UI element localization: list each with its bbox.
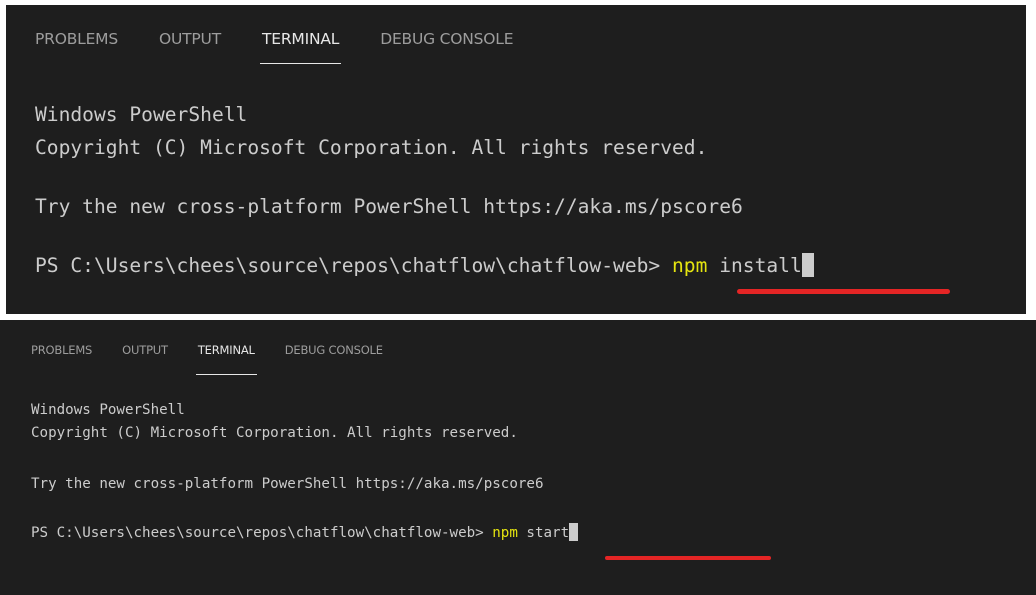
tab-debug-console[interactable]: DEBUG CONSOLE [380, 30, 513, 48]
panel-tab-bar: PROBLEMS OUTPUT TERMINAL DEBUG CONSOLE [31, 343, 413, 375]
terminal-copyright-line: Copyright (C) Microsoft Corporation. All… [31, 425, 518, 441]
command-name: npm [672, 254, 708, 277]
tab-output[interactable]: OUTPUT [159, 30, 221, 48]
command-argument: install [707, 254, 802, 277]
terminal-hint-line: Try the new cross-platform PowerShell ht… [35, 195, 743, 218]
prompt-path: PS C:\Users\chees\source\repos\chatflow\… [31, 525, 493, 541]
terminal-banner-line: Windows PowerShell [35, 103, 248, 126]
command-name: npm [492, 525, 518, 541]
tab-terminal[interactable]: TERMINAL [195, 343, 257, 375]
text-cursor [801, 253, 814, 277]
annotation-underline [737, 289, 950, 294]
text-cursor [569, 523, 579, 541]
terminal-panel-install: PROBLEMS OUTPUT TERMINAL DEBUG CONSOLE W… [6, 5, 1026, 314]
tab-debug-console[interactable]: DEBUG CONSOLE [285, 343, 383, 357]
terminal-prompt-line[interactable]: PS C:\Users\chees\source\repos\chatflow\… [31, 523, 579, 541]
terminal-panel-start: PROBLEMS OUTPUT TERMINAL DEBUG CONSOLE W… [0, 320, 1036, 595]
tab-output[interactable]: OUTPUT [122, 343, 168, 357]
terminal-hint-line: Try the new cross-platform PowerShell ht… [31, 476, 544, 492]
annotation-underline [605, 556, 771, 560]
tab-problems[interactable]: PROBLEMS [31, 343, 92, 357]
terminal-prompt-line[interactable]: PS C:\Users\chees\source\repos\chatflow\… [35, 253, 814, 277]
panel-tab-bar: PROBLEMS OUTPUT TERMINAL DEBUG CONSOLE [35, 30, 554, 64]
tab-terminal[interactable]: TERMINAL [259, 30, 342, 64]
terminal-banner-line: Windows PowerShell [31, 402, 185, 418]
command-argument: start [517, 525, 570, 541]
tab-problems[interactable]: PROBLEMS [35, 30, 118, 48]
terminal-copyright-line: Copyright (C) Microsoft Corporation. All… [35, 136, 708, 159]
prompt-path: PS C:\Users\chees\source\repos\chatflow\… [35, 254, 673, 277]
